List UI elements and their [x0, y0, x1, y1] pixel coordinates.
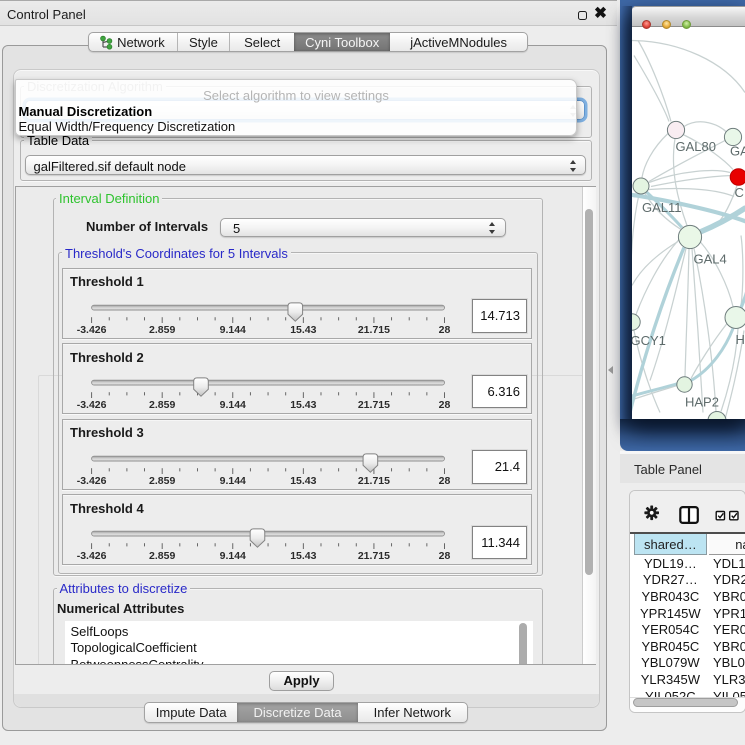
svg-text:-3.426: -3.426	[77, 399, 107, 411]
svg-text:21.715: 21.715	[358, 550, 390, 562]
svg-text:-3.426: -3.426	[77, 324, 107, 336]
svg-text:21.715: 21.715	[358, 399, 390, 411]
svg-text:21.715: 21.715	[358, 475, 390, 487]
svg-text:28: 28	[439, 324, 451, 336]
svg-text:15.43: 15.43	[290, 475, 316, 487]
svg-text:H: H	[736, 332, 745, 347]
svg-text:28: 28	[439, 475, 451, 487]
svg-text:15.43: 15.43	[290, 324, 316, 336]
svg-text:15.43: 15.43	[290, 399, 316, 411]
svg-text:2.859: 2.859	[149, 324, 175, 336]
svg-text:15.43: 15.43	[290, 550, 316, 562]
svg-text:-3.426: -3.426	[77, 550, 107, 562]
svg-text:GAL4: GAL4	[694, 251, 727, 266]
svg-text:9.144: 9.144	[220, 399, 246, 411]
svg-text:2.859: 2.859	[149, 399, 175, 411]
svg-text:GA: GA	[730, 143, 745, 158]
svg-text:2.859: 2.859	[149, 475, 175, 487]
svg-text:28: 28	[439, 550, 451, 562]
svg-text:-3.426: -3.426	[77, 475, 107, 487]
svg-text:GAL80: GAL80	[676, 139, 716, 154]
svg-text:9.144: 9.144	[220, 475, 246, 487]
svg-text:21.715: 21.715	[358, 324, 390, 336]
svg-text:2.859: 2.859	[149, 550, 175, 562]
svg-text:C: C	[735, 185, 744, 200]
svg-text:28: 28	[439, 399, 451, 411]
svg-text:9.144: 9.144	[220, 550, 246, 562]
svg-text:HAP2: HAP2	[685, 394, 719, 409]
svg-text:9.144: 9.144	[220, 324, 246, 336]
svg-text:GCY1: GCY1	[632, 333, 666, 348]
svg-text:GAL11: GAL11	[642, 200, 682, 215]
